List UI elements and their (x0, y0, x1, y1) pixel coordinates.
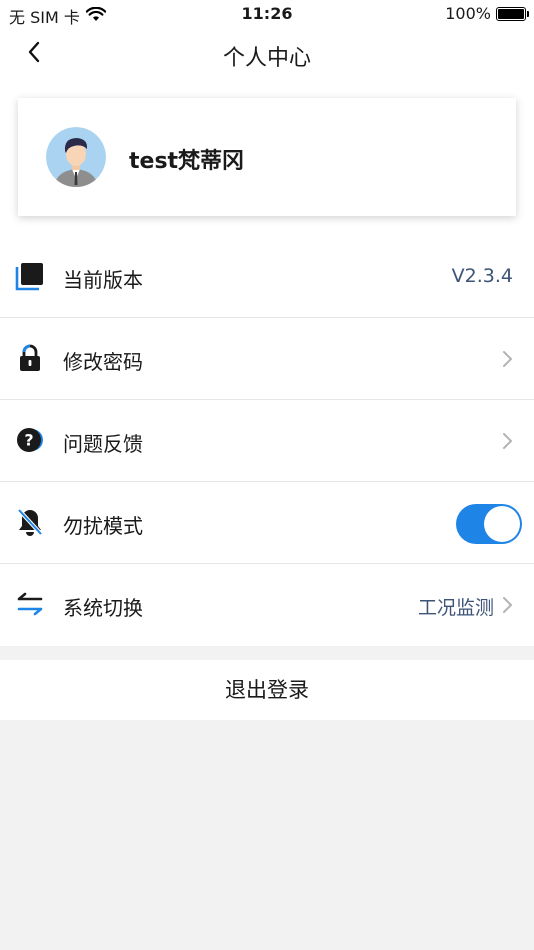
profile-name: test梵蒂冈 (129, 149, 245, 174)
chevron-right-icon (502, 596, 514, 614)
profile-area: test梵蒂冈 (0, 80, 534, 236)
lock-icon (15, 343, 45, 373)
bell-off-icon (15, 507, 45, 537)
menu-label-version: 当前版本 (63, 268, 143, 292)
question-icon: ? (15, 425, 45, 455)
menu-label-dnd: 勿扰模式 (63, 514, 143, 538)
chevron-right-icon (502, 432, 514, 450)
menu-label-password: 修改密码 (63, 350, 143, 374)
system-value: 工况监测 (417, 597, 494, 619)
page-title: 个人中心 (222, 46, 311, 71)
switch-arrows-icon (15, 589, 45, 619)
menu-item-password[interactable]: 修改密码 (0, 318, 534, 400)
version-value: V2.3.4 (451, 265, 513, 287)
version-icon (15, 261, 45, 291)
status-bar: 无 SIM 卡 11:26 100% (0, 0, 534, 28)
profile-card[interactable]: test梵蒂冈 (18, 98, 516, 216)
settings-list: 当前版本 V2.3.4 修改密码 ? 问题反馈 勿扰模式 系统切换 工况监测 (0, 236, 534, 646)
menu-item-version[interactable]: 当前版本 V2.3.4 (0, 236, 534, 318)
battery-fill (498, 8, 524, 19)
svg-text:?: ? (24, 431, 33, 450)
screen: 无 SIM 卡 11:26 100% 个人中心 test梵蒂冈 当前版本 V2.… (0, 0, 534, 950)
menu-label-feedback: 问题反馈 (63, 432, 143, 456)
dnd-toggle[interactable] (456, 504, 522, 544)
menu-item-system[interactable]: 系统切换 工况监测 (0, 564, 534, 646)
toggle-knob (484, 506, 520, 542)
chevron-right-icon (502, 350, 514, 368)
avatar-icon (46, 127, 106, 187)
status-right: 100% (445, 4, 529, 23)
menu-item-dnd: 勿扰模式 (0, 482, 534, 564)
menu-item-feedback[interactable]: ? 问题反馈 (0, 400, 534, 482)
nav-bar: 个人中心 (0, 28, 534, 80)
battery-icon (496, 6, 529, 21)
menu-label-system: 系统切换 (63, 596, 143, 620)
battery-percent: 100% (445, 4, 491, 23)
logout-button[interactable]: 退出登录 (0, 660, 534, 720)
